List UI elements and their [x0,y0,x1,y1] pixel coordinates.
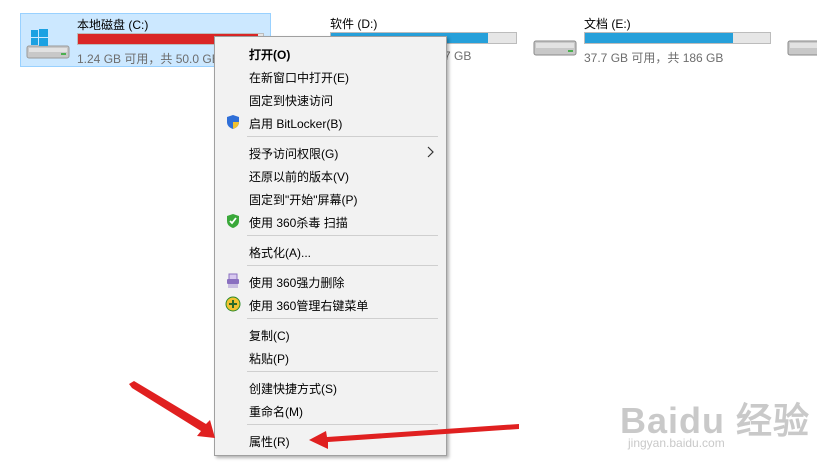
arrow-right-annotation [309,424,519,449]
arrow-left-annotation [129,381,215,438]
baidu-watermark: Baidu 经验 jingyan.baidu.com [620,392,809,458]
watermark-url: jingyan.baidu.com [628,436,725,450]
